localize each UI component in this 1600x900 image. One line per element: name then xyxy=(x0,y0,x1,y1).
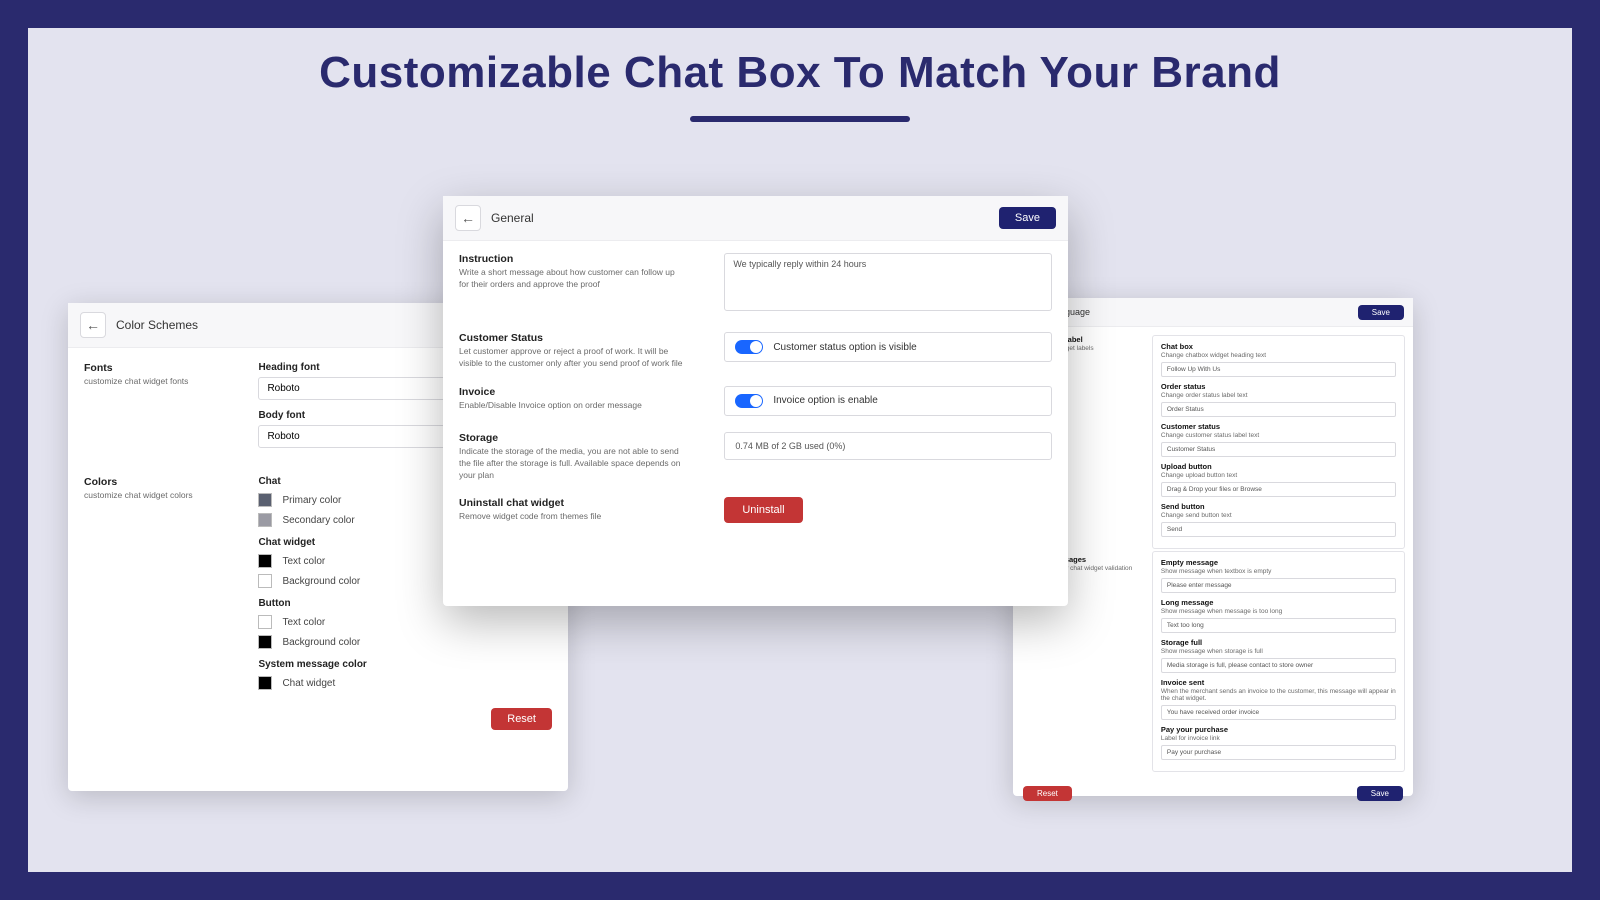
field-heading: Invoice sent xyxy=(1161,678,1396,687)
customer-status-sub: Let customer approve or reject a proof o… xyxy=(459,346,684,370)
color-swatch[interactable] xyxy=(258,513,272,527)
field-heading: Order status xyxy=(1161,382,1396,391)
save-button[interactable]: Save xyxy=(999,207,1056,229)
instruction-heading: Instruction xyxy=(459,253,684,265)
color-row[interactable]: Text color xyxy=(258,615,552,629)
reset-button[interactable]: Reset xyxy=(1023,786,1072,801)
field-input[interactable]: Drag & Drop your files or Browse xyxy=(1161,482,1396,497)
color-label: Background color xyxy=(282,637,360,648)
field-heading: Pay your purchase xyxy=(1161,725,1396,734)
save-button[interactable]: Save xyxy=(1358,305,1404,320)
color-row[interactable]: Chat widget xyxy=(258,676,552,690)
field-heading: Customer status xyxy=(1161,422,1396,431)
heading-font-value: Roboto xyxy=(267,383,299,394)
save-button[interactable]: Save xyxy=(1357,786,1403,801)
field-sub: Change customer status label text xyxy=(1161,432,1396,439)
field-input[interactable]: Customer Status xyxy=(1161,442,1396,457)
reset-button[interactable]: Reset xyxy=(491,708,552,730)
field-sub: Show message when message is too long xyxy=(1161,608,1396,615)
body-font-value: Roboto xyxy=(267,431,299,442)
field-input[interactable]: Text too long xyxy=(1161,618,1396,633)
instruction-textarea[interactable]: We typically reply within 24 hours xyxy=(724,253,1052,311)
uninstall-heading: Uninstall chat widget xyxy=(459,497,684,509)
color-label: Background color xyxy=(282,576,360,587)
panel-language: ← Language Save Chat widget label Modify… xyxy=(1013,298,1413,796)
color-label: Chat widget xyxy=(282,678,335,689)
field-sub: Change send button text xyxy=(1161,512,1396,519)
page-title: Color Schemes xyxy=(116,318,198,332)
field-input[interactable]: Order Status xyxy=(1161,402,1396,417)
field-input[interactable]: Pay your purchase xyxy=(1161,745,1396,760)
color-swatch[interactable] xyxy=(258,676,272,690)
storage-sub: Indicate the storage of the media, you a… xyxy=(459,446,684,482)
storage-heading: Storage xyxy=(459,432,684,444)
field-sub: Change order status label text xyxy=(1161,392,1396,399)
field-input[interactable]: Send xyxy=(1161,522,1396,537)
fonts-sub: customize chat widget fonts xyxy=(84,376,238,388)
field-sub: Change upload button text xyxy=(1161,472,1396,479)
color-swatch[interactable] xyxy=(258,493,272,507)
field-sub: When the merchant sends an invoice to th… xyxy=(1161,688,1396,702)
fonts-heading: Fonts xyxy=(84,362,238,374)
color-label: Text color xyxy=(282,556,325,567)
color-swatch[interactable] xyxy=(258,635,272,649)
invoice-toggle-label: Invoice option is enable xyxy=(773,395,878,406)
invoice-sub: Enable/Disable Invoice option on order m… xyxy=(459,400,684,412)
field-input[interactable]: Follow Up With Us xyxy=(1161,362,1396,377)
color-label: Primary color xyxy=(282,495,341,506)
customer-status-toggle-label: Customer status option is visible xyxy=(773,342,916,353)
field-input[interactable]: Media storage is full, please contact to… xyxy=(1161,658,1396,673)
invoice-heading: Invoice xyxy=(459,386,684,398)
field-sub: Show message when textbox is empty xyxy=(1161,568,1396,575)
uninstall-button[interactable]: Uninstall xyxy=(724,497,802,523)
storage-value: 0.74 MB of 2 GB used (0%) xyxy=(724,432,1052,460)
invoice-toggle[interactable] xyxy=(735,394,763,408)
color-swatch[interactable] xyxy=(258,554,272,568)
field-heading: Chat box xyxy=(1161,342,1396,351)
color-swatch[interactable] xyxy=(258,615,272,629)
customer-status-toggle[interactable] xyxy=(735,340,763,354)
field-sub: Label for invoice link xyxy=(1161,735,1396,742)
colors-sub: customize chat widget colors xyxy=(84,490,238,502)
colors-heading: Colors xyxy=(84,476,238,488)
color-row[interactable]: Background color xyxy=(258,635,552,649)
field-heading: Upload button xyxy=(1161,462,1396,471)
panel-general: ← General Save Instruction Write a short… xyxy=(443,196,1068,606)
hero-underline xyxy=(690,116,910,122)
field-heading: Empty message xyxy=(1161,558,1396,567)
hero-title: Customizable Chat Box To Match Your Bran… xyxy=(28,48,1572,98)
field-input[interactable]: Please enter message xyxy=(1161,578,1396,593)
back-icon[interactable]: ← xyxy=(80,312,106,338)
field-heading: Long message xyxy=(1161,598,1396,607)
system-message-color-heading: System message color xyxy=(258,659,552,670)
page-title: General xyxy=(491,211,534,225)
uninstall-sub: Remove widget code from themes file xyxy=(459,511,684,523)
field-sub: Change chatbox widget heading text xyxy=(1161,352,1396,359)
back-icon[interactable]: ← xyxy=(455,205,481,231)
field-heading: Storage full xyxy=(1161,638,1396,647)
field-input[interactable]: You have received order invoice xyxy=(1161,705,1396,720)
customer-status-heading: Customer Status xyxy=(459,332,684,344)
color-label: Secondary color xyxy=(282,515,354,526)
color-label: Text color xyxy=(282,617,325,628)
field-sub: Show message when storage is full xyxy=(1161,648,1396,655)
field-heading: Send button xyxy=(1161,502,1396,511)
color-swatch[interactable] xyxy=(258,574,272,588)
instruction-sub: Write a short message about how customer… xyxy=(459,267,684,291)
